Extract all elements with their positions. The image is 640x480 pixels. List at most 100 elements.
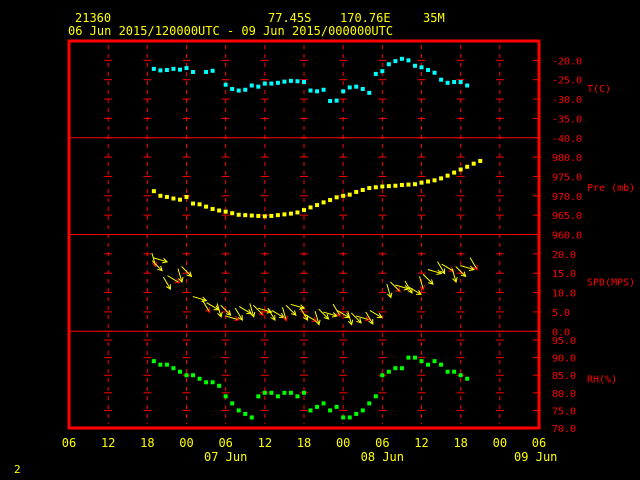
pres-point <box>184 194 189 199</box>
temp-point <box>171 66 176 71</box>
rh-point <box>432 359 437 364</box>
pres-point <box>471 161 476 166</box>
y-tick-label: 85.0 <box>552 371 576 382</box>
wind-arrow <box>390 281 401 293</box>
y-tick-label: -30.0 <box>552 95 582 106</box>
pres-point <box>439 176 444 181</box>
y-tick-label: 5.0 <box>552 308 570 319</box>
temp-point <box>380 69 385 74</box>
temp-point <box>256 84 261 89</box>
pres-point <box>445 173 450 178</box>
x-tick-label: 00 <box>179 436 193 450</box>
x-tick-label: 06 <box>218 436 232 450</box>
temp-point <box>406 58 411 63</box>
rh-point <box>164 362 169 367</box>
temp-point <box>426 68 431 73</box>
pres-point <box>399 182 404 187</box>
rh-point <box>282 390 287 395</box>
rh-point <box>367 401 372 406</box>
rh-point <box>373 394 378 399</box>
rh-point <box>315 404 320 409</box>
rh-point <box>275 394 280 399</box>
x-tick-label: 00 <box>336 436 350 450</box>
pres-point <box>334 195 339 200</box>
pres-point <box>243 213 248 218</box>
temp-point <box>230 86 235 91</box>
pres-point <box>380 184 385 189</box>
x-tick-label: 18 <box>297 436 311 450</box>
rh-point <box>321 401 326 406</box>
pres-point <box>315 203 320 208</box>
y-tick-label: 70.0 <box>552 424 576 435</box>
x-tick-label: 06 <box>532 436 546 450</box>
pres-point <box>406 182 411 187</box>
rh-point <box>360 408 365 413</box>
temp-point <box>439 77 444 82</box>
temp-point <box>341 89 346 94</box>
temp-point <box>347 85 352 90</box>
pres-point <box>328 198 333 203</box>
pres-point <box>210 206 215 211</box>
pres-point <box>412 182 417 187</box>
pres-point <box>164 194 169 199</box>
temp-point <box>315 89 320 94</box>
rh-point <box>452 369 457 374</box>
rh-point <box>223 394 228 399</box>
temp-point <box>393 59 398 64</box>
y-tick-label: 75.0 <box>552 406 576 417</box>
wind-arrow <box>181 266 192 277</box>
pres-point <box>360 187 365 192</box>
x-day-label: 07 Jun <box>204 450 247 464</box>
wind-arrow <box>422 273 434 285</box>
pres-point <box>373 185 378 190</box>
y-tick-label: 15.0 <box>552 269 576 280</box>
rh-point <box>458 373 463 378</box>
pres-point <box>217 208 222 213</box>
rh-point <box>171 366 176 371</box>
temp-point <box>354 84 359 89</box>
rh-point <box>334 404 339 409</box>
wind-arrow <box>318 308 329 320</box>
y-tick-label: -25.0 <box>552 76 582 87</box>
rh-point <box>295 394 300 399</box>
rh-point <box>210 380 215 385</box>
temp-point <box>262 81 267 86</box>
temp-point <box>445 80 450 85</box>
rh-point <box>419 359 424 364</box>
pres-point <box>158 193 163 198</box>
pres-point <box>230 211 235 216</box>
x-tick-label: 12 <box>414 436 428 450</box>
temp-point <box>321 87 326 92</box>
y-tick-label: 970.0 <box>552 192 582 203</box>
rh-point <box>347 415 352 420</box>
y-tick-label: 10.0 <box>552 289 576 300</box>
rh-point <box>230 401 235 406</box>
rh-point <box>151 359 156 364</box>
temp-point <box>164 68 169 73</box>
pres-point <box>354 189 359 194</box>
temp-point <box>465 83 470 88</box>
pres-point <box>432 178 437 183</box>
temp-point <box>295 79 300 84</box>
rh-point <box>380 373 385 378</box>
pres-point <box>269 213 274 218</box>
wind-arrow <box>455 266 466 277</box>
x-tick-label: 00 <box>493 436 507 450</box>
temp-point <box>275 80 280 85</box>
panel-label-temp: T(C) <box>587 84 611 95</box>
pres-point <box>393 183 398 188</box>
rh-point <box>191 373 196 378</box>
y-tick-label: 80.0 <box>552 389 576 400</box>
rh-point <box>426 362 431 367</box>
temp-point <box>367 90 372 95</box>
temp-point <box>386 62 391 67</box>
x-tick-label: 18 <box>140 436 154 450</box>
temp-point <box>236 88 241 93</box>
rh-point <box>288 390 293 395</box>
pres-point <box>262 214 267 219</box>
y-tick-label: 90.0 <box>552 354 576 365</box>
temp-point <box>204 69 209 74</box>
rh-point <box>445 369 450 374</box>
temp-point <box>151 66 156 71</box>
pres-point <box>256 213 261 218</box>
